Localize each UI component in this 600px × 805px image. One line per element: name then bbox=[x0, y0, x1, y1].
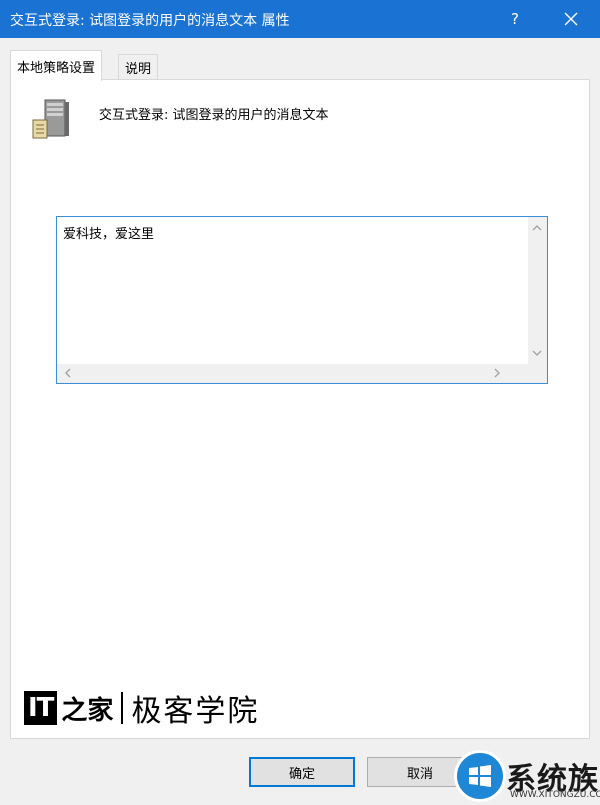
windows-logo-icon bbox=[454, 750, 506, 802]
help-icon: ? bbox=[511, 10, 519, 28]
title-bar[interactable]: 交互式登录: 试图登录的用户的消息文本 属性 ? bbox=[0, 0, 600, 38]
close-button[interactable] bbox=[548, 0, 594, 38]
properties-dialog: 交互式登录: 试图登录的用户的消息文本 属性 ? 本地策略设置 说明 交互式登录… bbox=[0, 0, 600, 805]
scroll-right-icon[interactable] bbox=[492, 368, 502, 378]
horizontal-scrollbar[interactable] bbox=[57, 364, 528, 383]
tab-label: 本地策略设置 bbox=[17, 60, 96, 76]
xitongzu-watermark: 系统族 WWW.XITONGZU.COM bbox=[450, 748, 600, 805]
vertical-scrollbar[interactable] bbox=[528, 217, 547, 364]
message-text-value: 爱科技，爱这里 bbox=[63, 227, 155, 242]
tab-strip: 本地策略设置 说明 bbox=[10, 50, 590, 81]
it-badge: IT bbox=[24, 691, 58, 725]
policy-server-icon bbox=[32, 99, 69, 139]
policy-title: 交互式登录: 试图登录的用户的消息文本 bbox=[99, 108, 329, 123]
ok-button[interactable]: 确定 bbox=[249, 757, 355, 787]
tab-label: 说明 bbox=[125, 61, 152, 77]
scrollbar-corner bbox=[528, 364, 547, 383]
ithome-wordmark: 之家 bbox=[61, 695, 114, 726]
scroll-up-icon[interactable] bbox=[532, 223, 542, 233]
logo-divider bbox=[121, 692, 124, 724]
tab-panel: 交互式登录: 试图登录的用户的消息文本 爱科技，爱这里 bbox=[10, 79, 590, 739]
scroll-down-icon[interactable] bbox=[532, 348, 542, 358]
tab-local-policy-setting[interactable]: 本地策略设置 bbox=[10, 50, 103, 81]
ithome-logo: IT 之家 极客学院 bbox=[24, 690, 259, 729]
logo-tagline: 极客学院 bbox=[131, 694, 260, 729]
help-button[interactable]: ? bbox=[494, 0, 536, 38]
watermark-url: WWW.XITONGZU.COM bbox=[510, 790, 600, 800]
message-text-input[interactable]: 爱科技，爱这里 bbox=[56, 216, 548, 384]
tab-explain[interactable]: 说明 bbox=[118, 54, 159, 80]
scroll-left-icon[interactable] bbox=[63, 368, 73, 378]
close-icon bbox=[564, 12, 578, 26]
window-title: 交互式登录: 试图登录的用户的消息文本 属性 bbox=[10, 13, 290, 29]
